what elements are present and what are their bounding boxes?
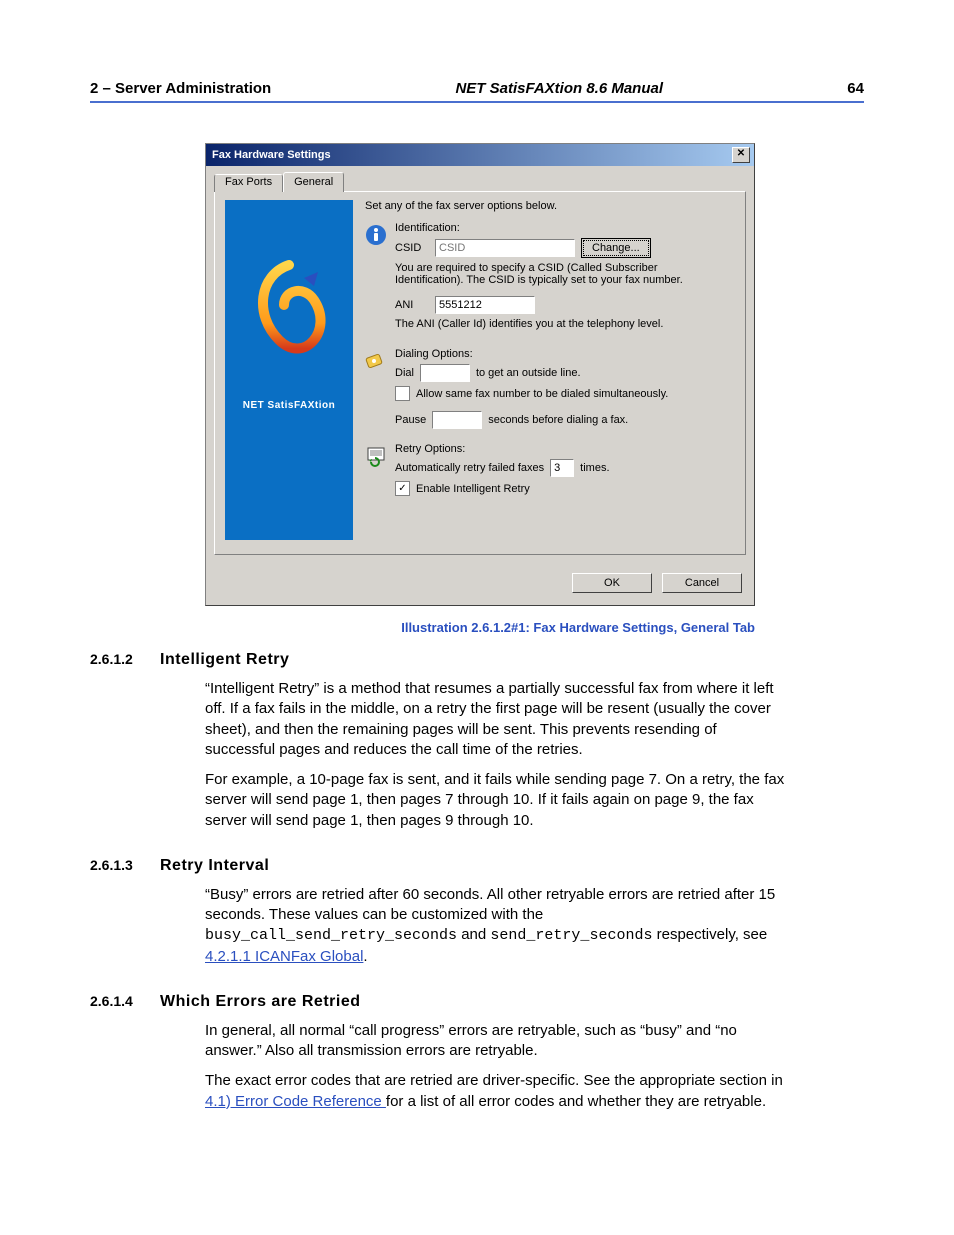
illustration-caption: Illustration 2.6.1.2#1: Fax Hardware Set… <box>205 620 755 635</box>
enable-intelligent-retry-checkbox[interactable]: ✓ <box>395 481 410 496</box>
ok-button[interactable]: OK <box>572 573 652 593</box>
swirl-icon <box>249 260 329 360</box>
dialing-heading: Dialing Options: <box>395 348 735 360</box>
tab-general[interactable]: General <box>283 172 344 192</box>
link-icanfax-global[interactable]: 4.2.1.1 ICANFax Global <box>205 948 363 965</box>
header-left: 2 – Server Administration <box>90 80 271 97</box>
section-heading-retry-interval: Retry Interval <box>160 857 269 875</box>
allow-same-label: Allow same fax number to be dialed simul… <box>416 388 668 400</box>
csid-input[interactable] <box>435 239 575 257</box>
dialog-titlebar: Fax Hardware Settings ✕ <box>206 144 754 166</box>
dialog-side-panel: NET SatisFAXtion <box>225 200 353 540</box>
tab-strip: Fax Ports General <box>214 172 746 192</box>
body-paragraph: “Intelligent Retry” is a method that res… <box>205 679 785 760</box>
pause-label: Pause <box>395 414 426 426</box>
section-number: 2.6.1.2 <box>90 651 160 669</box>
dial-label: Dial <box>395 367 414 379</box>
change-button[interactable]: Change... <box>581 238 651 258</box>
body-paragraph: For example, a 10-page fax is sent, and … <box>205 770 785 831</box>
body-paragraph: In general, all normal “call progress” e… <box>205 1021 785 1062</box>
code-text: send_retry_seconds <box>490 927 652 944</box>
info-icon <box>365 222 387 342</box>
cancel-button[interactable]: Cancel <box>662 573 742 593</box>
ani-help: The ANI (Caller Id) identifies you at th… <box>395 318 725 330</box>
phone-icon <box>365 348 387 433</box>
manual-title: NET SatisFAXtion 8.6 Manual <box>455 80 663 97</box>
retry-count-input[interactable] <box>550 459 574 477</box>
auto-retry-after: times. <box>580 462 609 474</box>
close-icon: ✕ <box>737 148 745 159</box>
ani-label: ANI <box>395 299 429 311</box>
dial-after-text: to get an outside line. <box>476 367 581 379</box>
tab-page-general: NET SatisFAXtion Set any of the fax serv… <box>214 191 746 555</box>
section-heading-which-errors: Which Errors are Retried <box>160 993 361 1011</box>
section-number: 2.6.1.3 <box>90 857 160 875</box>
section-heading-intelligent-retry: Intelligent Retry <box>160 651 289 669</box>
auto-retry-label: Automatically retry failed faxes <box>395 462 544 474</box>
pause-after-text: seconds before dialing a fax. <box>488 414 628 426</box>
csid-label: CSID <box>395 242 429 254</box>
side-brand: NET SatisFAXtion <box>243 400 335 411</box>
fax-hardware-dialog: Fax Hardware Settings ✕ Fax Ports Genera… <box>205 143 755 606</box>
ani-input[interactable] <box>435 296 535 314</box>
retry-heading: Retry Options: <box>395 443 735 455</box>
dial-input[interactable] <box>420 364 470 382</box>
enable-intelligent-retry-label: Enable Intelligent Retry <box>416 483 530 495</box>
close-button[interactable]: ✕ <box>732 147 750 163</box>
section-number: 2.6.1.4 <box>90 993 160 1011</box>
body-paragraph: The exact error codes that are retried a… <box>205 1071 785 1112</box>
retry-icon <box>365 443 387 500</box>
pause-input[interactable] <box>432 411 482 429</box>
csid-help: You are required to specify a CSID (Call… <box>395 262 725 286</box>
link-error-code-reference[interactable]: 4.1) Error Code Reference <box>205 1093 386 1110</box>
dialog-top-text: Set any of the fax server options below. <box>365 200 735 212</box>
page-header: 2 – Server Administration NET SatisFAXti… <box>90 80 864 103</box>
body-paragraph: “Busy” errors are retried after 60 secon… <box>205 885 785 967</box>
dialog-button-row: OK Cancel <box>206 563 754 605</box>
allow-same-checkbox[interactable] <box>395 386 410 401</box>
code-text: busy_call_send_retry_seconds <box>205 927 457 944</box>
chapter-title: Server Administration <box>115 80 271 97</box>
dialog-title: Fax Hardware Settings <box>212 149 331 161</box>
page-number: 64 <box>847 80 864 97</box>
tab-fax-ports[interactable]: Fax Ports <box>214 174 283 192</box>
identification-heading: Identification: <box>395 222 735 234</box>
